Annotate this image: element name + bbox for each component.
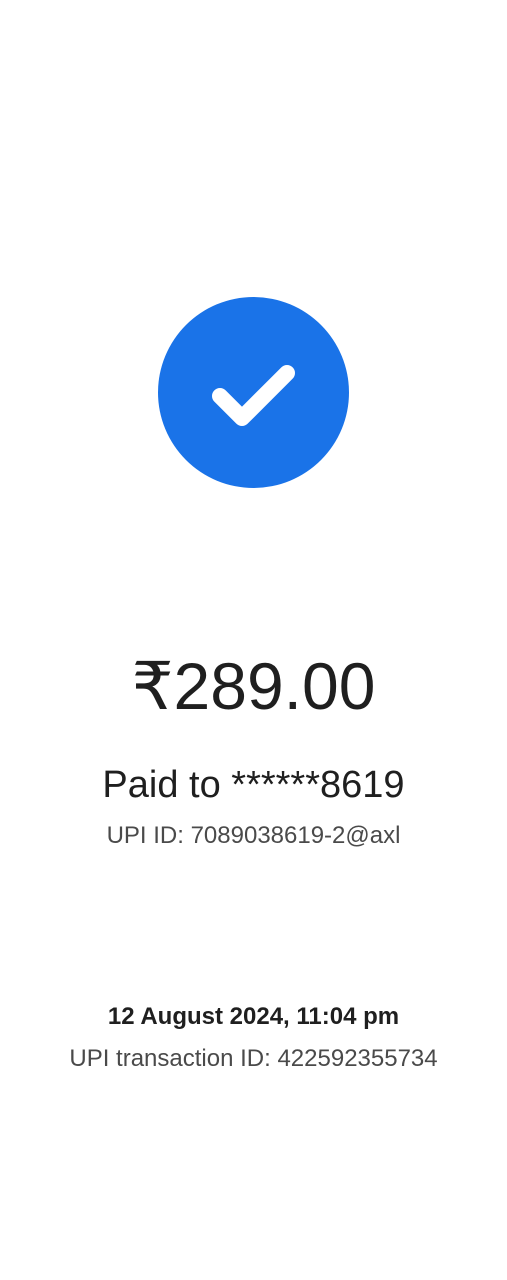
payee-upi-id: UPI ID: 7089038619-2@axl: [106, 822, 401, 849]
success-badge: [158, 297, 349, 488]
check-icon: [212, 365, 295, 426]
payment-amount: ₹289.00: [131, 649, 376, 723]
payee-name: Paid to ******8619: [102, 764, 405, 806]
upi-transaction-id: UPI transaction ID: 422592355734: [69, 1045, 438, 1072]
transaction-datetime: 12 August 2024, 11:04 pm: [107, 1003, 400, 1030]
